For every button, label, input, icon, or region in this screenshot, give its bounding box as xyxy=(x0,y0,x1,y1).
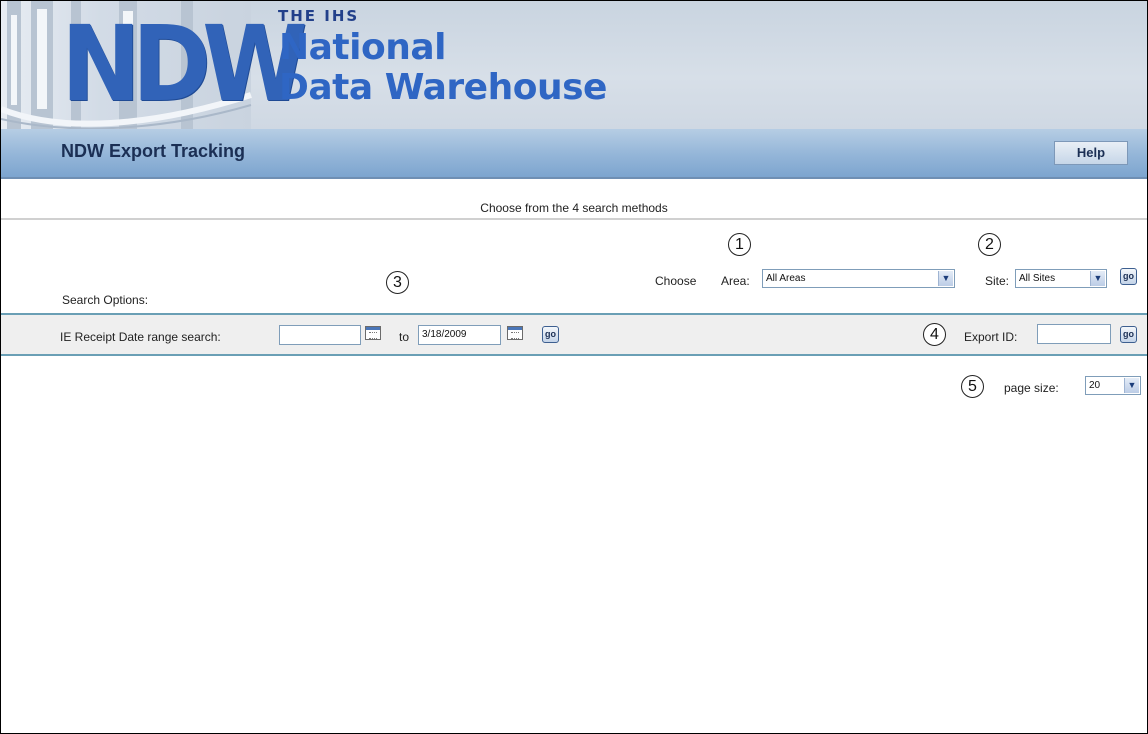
choose-label: Choose xyxy=(655,274,697,288)
banner: NDW THE IHS National Data Warehouse xyxy=(1,1,1147,129)
marker-1: 1 xyxy=(728,233,751,256)
chevron-down-icon: ▼ xyxy=(1090,271,1105,286)
page-title: NDW Export Tracking xyxy=(61,141,246,161)
ndw-logo: NDW xyxy=(61,3,308,125)
date-to-input[interactable]: 3/18/2009 xyxy=(418,325,501,345)
date-from-input[interactable] xyxy=(279,325,361,345)
area-site-go-button[interactable]: go xyxy=(1120,268,1137,285)
logo-superscript: THE IHS xyxy=(278,7,360,25)
date-range-label: IE Receipt Date range search: xyxy=(60,330,221,344)
marker-3: 3 xyxy=(386,271,409,294)
logo-line-data-warehouse: Data Warehouse xyxy=(279,67,607,108)
area-label: Area: xyxy=(721,274,750,288)
help-button[interactable]: Help xyxy=(1054,141,1128,165)
calendar-icon[interactable] xyxy=(507,326,523,340)
marker-2: 2 xyxy=(978,233,1001,256)
title-bar: NDW Export Tracking Help xyxy=(1,129,1147,179)
site-label: Site: xyxy=(985,274,1010,288)
page-size-value: 20 xyxy=(1089,380,1101,391)
export-id-label: Export ID: xyxy=(964,330,1018,344)
marker-4: 4 xyxy=(923,323,946,346)
search-options-label: Search Options: xyxy=(62,293,149,307)
divider xyxy=(1,218,1147,220)
site-select[interactable]: All Sites ▼ xyxy=(1015,269,1107,288)
site-select-value: All Sites xyxy=(1019,273,1056,284)
search-instructions: Choose from the 4 search methods xyxy=(480,201,668,215)
page-size-label: page size: xyxy=(1004,381,1059,395)
to-label: to xyxy=(399,330,410,344)
area-select-value: All Areas xyxy=(766,273,806,284)
app-frame: NDW THE IHS National Data Warehouse NDW … xyxy=(0,0,1148,734)
marker-5: 5 xyxy=(961,375,984,398)
chevron-down-icon: ▼ xyxy=(1124,378,1139,393)
search-bar: IE Receipt Date range search: to 3/18/20… xyxy=(1,313,1147,356)
chevron-down-icon: ▼ xyxy=(938,271,953,286)
page-size-select[interactable]: 20 ▼ xyxy=(1085,376,1141,395)
date-go-button[interactable]: go xyxy=(542,326,559,343)
export-go-button[interactable]: go xyxy=(1120,326,1137,343)
export-id-input[interactable] xyxy=(1037,324,1111,344)
calendar-icon[interactable] xyxy=(365,326,381,340)
area-select[interactable]: All Areas ▼ xyxy=(762,269,955,288)
logo-line-national: National xyxy=(279,27,446,68)
